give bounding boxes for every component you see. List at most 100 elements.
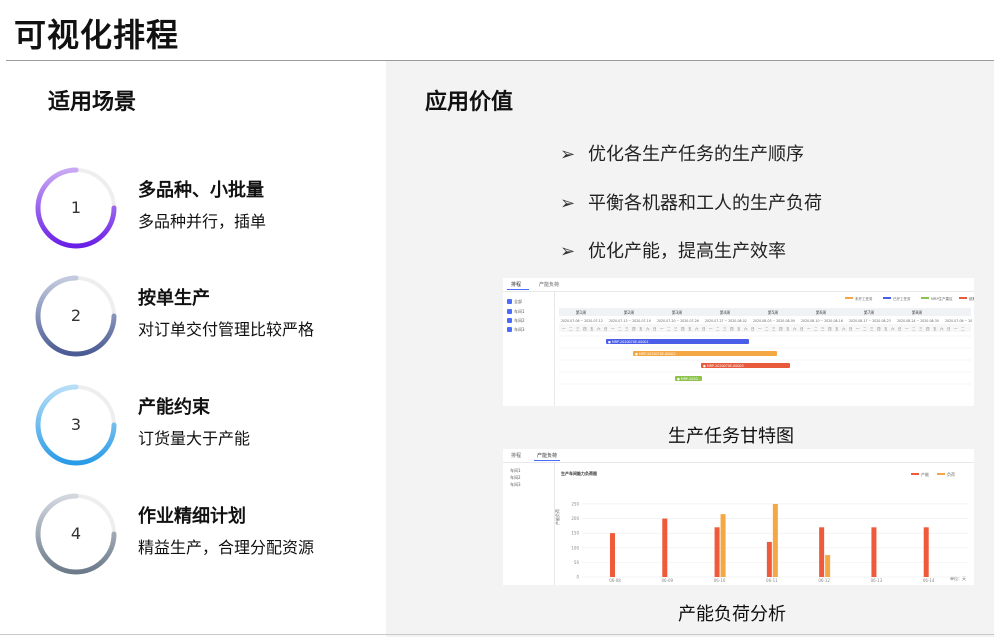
- load-caption: 产能负荷分析: [678, 604, 786, 625]
- arrowhead-bullet-icon: ➢: [560, 193, 576, 214]
- weekday-label: 三: [919, 327, 923, 331]
- weekday-label: 日: [604, 327, 608, 331]
- week-label: 第2周: [624, 309, 635, 315]
- legend-label: 产能: [921, 471, 929, 477]
- weekday-label: 一: [807, 327, 811, 331]
- weekday-label: 日: [653, 327, 657, 331]
- week-label: 第7周: [864, 309, 875, 315]
- page-title: 可视化排程: [14, 16, 180, 54]
- weekday-label: 一: [562, 327, 566, 331]
- weekday-label: 日: [751, 327, 755, 331]
- bar: [825, 555, 831, 577]
- scene-number: 1: [70, 198, 82, 217]
- date-range-label: 2020-07-13 ~ 2020-07-19: [609, 319, 651, 323]
- weekday-label: 六: [646, 326, 650, 331]
- value-item-1: ➢ 优化各生产任务的生产顺序: [560, 140, 804, 166]
- weekday-label: 五: [884, 327, 888, 331]
- scene-item-4: 4 作业精细计划 精益生产，合理分配资源: [34, 492, 374, 576]
- weekday-label: 二: [716, 327, 720, 331]
- gantt-task-label: ● MRP-2020070E-00001: [608, 340, 649, 344]
- scene-description: 精益生产，合理分配资源: [138, 538, 315, 557]
- date-range-label: 2020-07-06 ~ 20: [945, 319, 972, 323]
- scene-title: 按单生产: [138, 288, 210, 309]
- x-tick-label: 06-10: [714, 578, 726, 583]
- week-label: 第1周: [576, 309, 587, 315]
- date-range-label: 2020-08-10 ~ 2020-08-16: [801, 319, 843, 323]
- gantt-task-label: ● MRP-2020...: [677, 377, 701, 381]
- bar: [610, 533, 615, 577]
- scene-number: 2: [70, 306, 82, 325]
- legend-label: 负荷: [947, 471, 955, 477]
- weekday-label: 四: [877, 327, 881, 331]
- weekday-label: 三: [821, 327, 825, 331]
- bar: [772, 503, 778, 577]
- legend-swatch: [911, 473, 919, 475]
- weekday-label: 日: [702, 327, 706, 331]
- scene-description: 订货量大于产能: [138, 429, 251, 448]
- value-text: 优化各生产任务的生产顺序: [588, 144, 804, 165]
- weekday-label: 二: [912, 327, 916, 331]
- y-tick-label: 100: [571, 545, 579, 550]
- weekday-label: 四: [583, 327, 587, 331]
- value-text: 优化产能，提高生产效率: [588, 241, 786, 262]
- scene-number: 3: [70, 415, 82, 434]
- weekday-label: 五: [835, 327, 839, 331]
- gantt-caption: 生产任务甘特图: [668, 426, 794, 447]
- scene-title: 多品种、小批量: [138, 180, 264, 201]
- date-range-label: 2020-08-17 ~ 2020-08-23: [849, 319, 891, 323]
- capacity-load-screenshot: 排程 产能负荷 车间1 车间2 车间3 生产车间能力负荷图 产能负荷 单位：天 …: [503, 449, 974, 585]
- weekday-label: 四: [730, 327, 734, 331]
- weekday-label: 三: [674, 327, 678, 331]
- bar: [819, 527, 825, 577]
- week-label: 第4周: [720, 309, 731, 315]
- weekday-label: 三: [723, 327, 727, 331]
- x-tick-label: 06-14: [923, 578, 935, 583]
- x-tick-label: 06-12: [818, 578, 830, 583]
- bar: [714, 527, 720, 577]
- weekday-label: 二: [618, 327, 622, 331]
- bar: [720, 514, 726, 577]
- y-tick-label: 50: [574, 560, 580, 565]
- weekday-label: 一: [660, 327, 664, 331]
- weekday-label: 五: [639, 327, 643, 331]
- scene-title: 作业精细计划: [138, 506, 246, 527]
- weekday-label: 一: [709, 327, 713, 331]
- scene-description: 多品种并行，插单: [138, 212, 267, 231]
- weekday-label: 三: [772, 327, 776, 331]
- weekday-label: 四: [926, 327, 930, 331]
- legend-label: 未开工任务: [855, 296, 873, 301]
- weekday-label: 一: [611, 327, 615, 331]
- weekday-label: 六: [597, 326, 601, 331]
- arrowhead-bullet-icon: ➢: [560, 144, 576, 165]
- x-tick-label: 06-08: [609, 578, 621, 583]
- load-chart: 产能 负荷 0 50 100 150 200 250 06-08 06-09 06-10 06-11 0…: [571, 471, 968, 583]
- legend-label: 超期: [969, 296, 974, 301]
- week-header-row: [559, 308, 971, 316]
- scene-number: 4: [70, 524, 82, 543]
- weekday-label: 五: [786, 327, 790, 331]
- date-range-label: 2020-08-24 ~ 2020-08-30: [897, 319, 939, 323]
- weekday-label: 日: [898, 327, 902, 331]
- scene-item-1: 1 多品种、小批量 多品种并行，插单: [34, 166, 374, 250]
- weekday-label: 二: [569, 327, 573, 331]
- x-tick-label: 06-13: [871, 578, 883, 583]
- scene-title: 产能约束: [138, 397, 210, 418]
- bar: [923, 527, 929, 577]
- weekday-label: 四: [632, 327, 636, 331]
- scene-item-2: 2 按单生产 对订单交付管理比较严格: [34, 274, 374, 358]
- legend-swatch: [883, 297, 891, 299]
- weekday-label: 六: [891, 326, 895, 331]
- bar: [871, 527, 877, 577]
- weekday-label: 一: [758, 327, 762, 331]
- legend-swatch: [921, 297, 929, 299]
- weekday-label: 一: [856, 327, 860, 331]
- legend-label: 已开工任务: [893, 296, 911, 301]
- date-range-label: 2020-07-27 ~ 2020-08-02: [705, 319, 747, 323]
- weekday-label: 五: [688, 327, 692, 331]
- bottom-divider: [0, 634, 994, 635]
- week-label: 第5周: [768, 309, 779, 315]
- weekday-label: 日: [947, 327, 951, 331]
- weekday-label: 日: [800, 327, 804, 331]
- week-label: 第6周: [816, 309, 827, 315]
- weekday-label: 四: [828, 327, 832, 331]
